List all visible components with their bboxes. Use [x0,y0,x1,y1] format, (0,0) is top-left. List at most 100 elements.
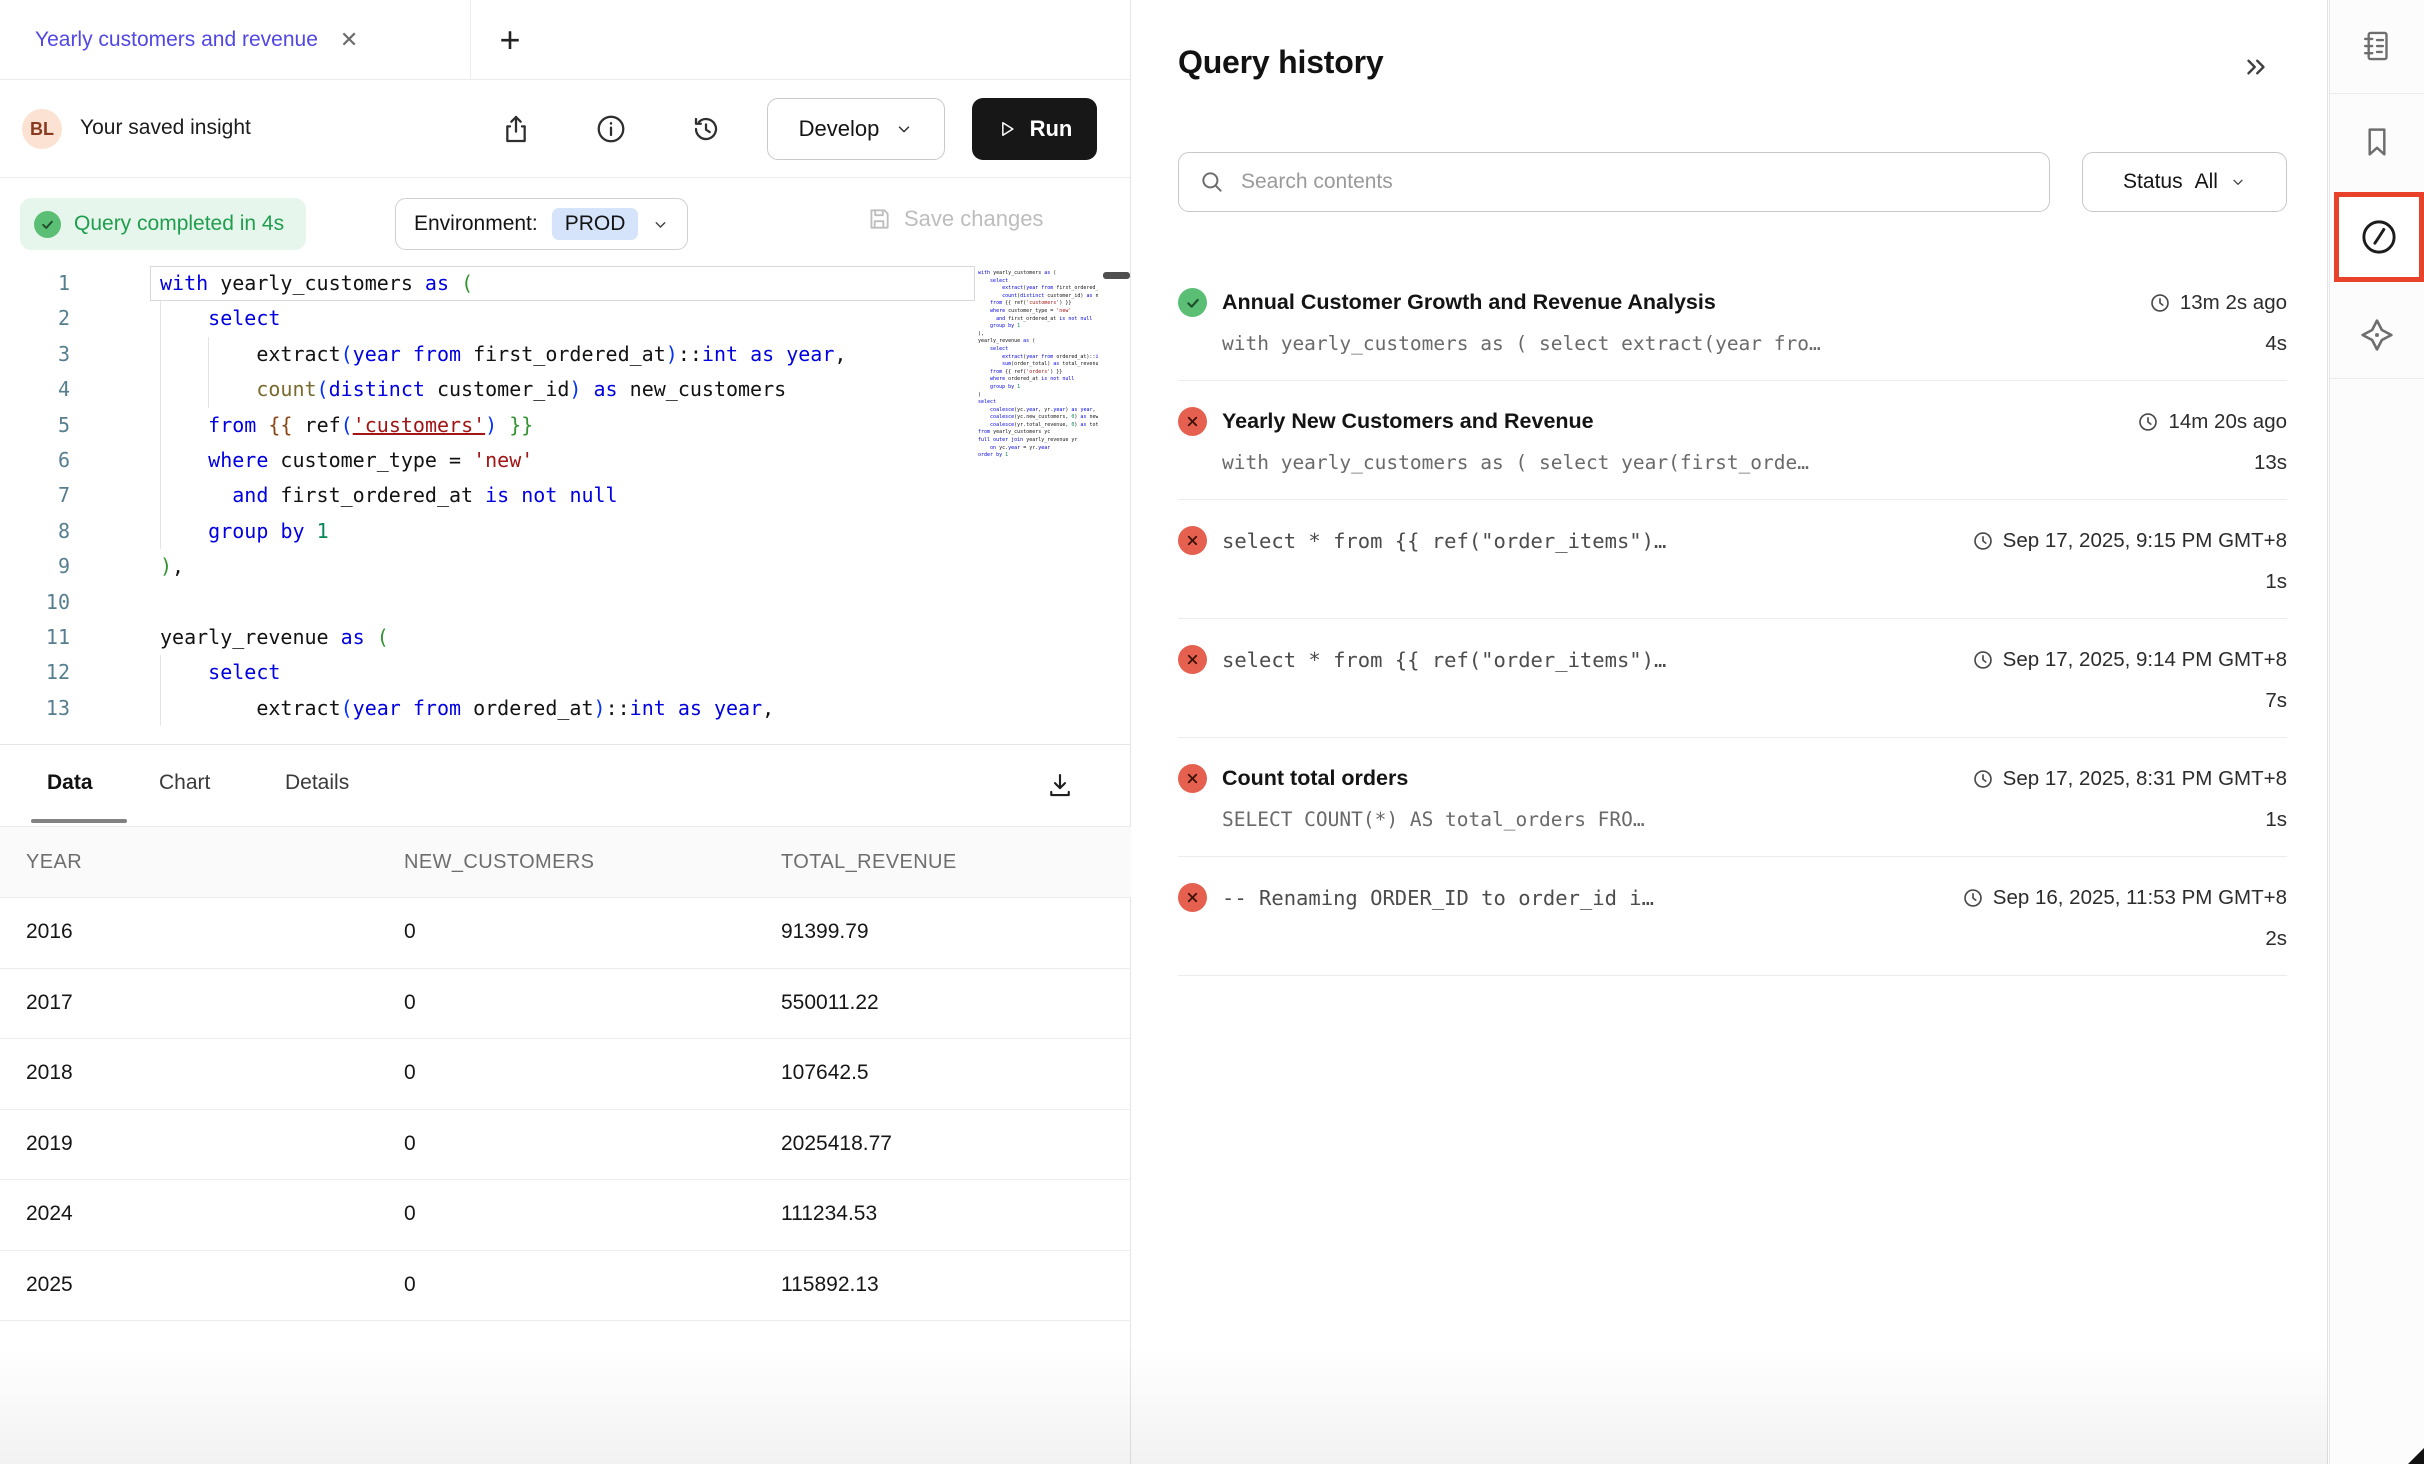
column-header-year: YEAR [26,851,82,874]
success-status-icon [1178,288,1207,317]
sql-editor[interactable]: 12345678910111213 with yearly_customers … [0,266,1131,736]
history-item[interactable]: Count total ordersSep 17, 2025, 8:31 PM … [1178,738,2287,857]
tab-chart[interactable]: Chart [159,771,210,795]
rail-divider [2330,378,2424,379]
minimap-line: select [978,399,1098,407]
tab-data[interactable]: Data [47,771,93,795]
success-check-icon [34,211,61,238]
history-item[interactable]: -- Renaming ORDER_ID to order_id i… Sep 1… [1178,857,2287,976]
minimap-line: count(distinct customer_id) as new_custo… [978,293,1098,301]
rail-divider [2330,93,2424,94]
minimap-line: coalesce(yr.total_revenue, 0) as total_r… [978,422,1098,430]
code-line: and first_ordered_at is not null [160,478,976,513]
line-number: 7 [0,478,70,513]
minimap-line: group by 1 [978,323,1098,331]
history-item-query-preview: SELECT COUNT(*) AS total_orders FRO… [1178,808,2265,831]
table-cell: 2017 [26,991,73,1015]
history-item-query-preview: with yearly_customers as ( select year(f… [1178,451,2254,474]
code-line: group by 1 [160,514,976,549]
minimap-line: group by 1 [978,384,1098,392]
table-cell: 0 [404,920,416,944]
history-list: Annual Customer Growth and Revenue Analy… [1178,262,2287,976]
table-cell: 2024 [26,1202,73,1226]
results-panel: Data Chart Details YEAR NEW_CUSTOMERS TO… [0,744,1131,1321]
environment-selector[interactable]: Environment: PROD [395,198,688,250]
table-body: 2016091399.7920170550011.2220180107642.5… [0,898,1131,1321]
clock-icon [2357,215,2401,259]
download-icon[interactable] [1042,767,1078,803]
table-row[interactable]: 20170550011.22 [0,969,1131,1040]
code-line: extract(year from ordered_at)::int as ye… [160,691,976,726]
code-line: yearly_revenue as ( [160,620,976,655]
table-cell: 115892.13 [781,1273,879,1297]
minimap-line: ) [978,392,1098,400]
editor-minimap[interactable]: with yearly_customers as ( select extrac… [978,270,1098,460]
info-icon[interactable] [592,110,630,148]
history-item[interactable]: Yearly New Customers and Revenue14m 20s … [1178,381,2287,500]
editor-scrollbar-thumb[interactable] [1103,272,1130,279]
explore-icon[interactable] [2357,315,2397,355]
save-changes-label: Save changes [904,206,1043,232]
version-history-icon[interactable] [687,110,725,148]
code-line: select [160,655,976,690]
panel-title: Query history [1178,44,1383,81]
x-icon [1185,890,1200,905]
history-item-title: -- Renaming ORDER_ID to order_id i… [1222,886,1942,910]
table-row[interactable]: 20250115892.13 [0,1251,1131,1322]
history-item-timestamp: Sep 17, 2025, 9:15 PM GMT+8 [1972,529,2287,553]
table-cell: 2019 [26,1132,73,1156]
history-item-title: Yearly New Customers and Revenue [1222,409,2117,434]
history-item[interactable]: select * from {{ ref("order_items")…Sep … [1178,500,2287,619]
notebook-icon[interactable] [2357,26,2397,66]
table-row[interactable]: 2016091399.79 [0,898,1131,969]
line-number: 3 [0,337,70,372]
collapse-panel-icon[interactable] [2241,52,2271,82]
environment-label: Environment: [414,212,538,236]
tab-yearly-customers-and-revenue[interactable]: Yearly customers and revenue ✕ [0,0,380,79]
query-history-icon-highlighted[interactable] [2334,192,2424,282]
run-button[interactable]: Run [972,98,1097,160]
query-status-text: Query completed in 4s [74,212,284,236]
table-cell: 111234.53 [781,1202,877,1226]
table-row[interactable]: 201902025418.77 [0,1110,1131,1181]
minimap-line: select [978,278,1098,286]
environment-value-badge: PROD [552,208,639,240]
status-filter-dropdown[interactable]: Status All [2082,152,2287,212]
tab-close-icon[interactable]: ✕ [340,27,358,53]
check-icon [1185,295,1201,311]
error-status-icon [1178,883,1207,912]
minimap-line: where ordered_at is not null [978,376,1098,384]
line-number: 9 [0,549,70,584]
code-line: where customer_type = 'new' [160,443,976,478]
run-label: Run [1030,116,1073,142]
line-number: 5 [0,408,70,443]
search-input[interactable] [1241,170,2029,194]
new-tab-button[interactable]: + [492,22,528,58]
line-number: 8 [0,514,70,549]
status-filter-value: All [2195,170,2218,194]
chevron-down-icon [895,120,913,138]
tab-title: Yearly customers and revenue [35,28,318,52]
bookmark-icon[interactable] [2357,122,2397,162]
share-icon[interactable] [497,110,535,148]
history-item-timestamp: 13m 2s ago [2149,291,2287,315]
table-row[interactable]: 20180107642.5 [0,1039,1131,1110]
table-row[interactable]: 20240111234.53 [0,1180,1131,1251]
editor-code-area[interactable]: with yearly_customers as ( select extrac… [160,266,976,726]
column-header-total-revenue: TOTAL_REVENUE [781,851,957,874]
tab-details[interactable]: Details [285,771,349,795]
error-status-icon [1178,526,1207,555]
clock-icon [1962,887,1984,909]
code-line: select [160,301,976,336]
develop-dropdown[interactable]: Develop [767,98,945,160]
minimap-line: from yearly_customers yc [978,429,1098,437]
history-item[interactable]: Annual Customer Growth and Revenue Analy… [1178,262,2287,381]
history-item-duration: 4s [2265,332,2287,356]
code-line: from {{ ref('customers') }} [160,408,976,443]
history-item[interactable]: select * from {{ ref("order_items")…Sep … [1178,619,2287,738]
history-item-duration: 2s [2265,927,2287,951]
save-changes-button[interactable]: Save changes [866,206,1043,232]
timestamp-text: 13m 2s ago [2180,291,2287,315]
tab-divider [470,0,471,79]
timestamp-text: Sep 16, 2025, 11:53 PM GMT+8 [1993,886,2287,910]
